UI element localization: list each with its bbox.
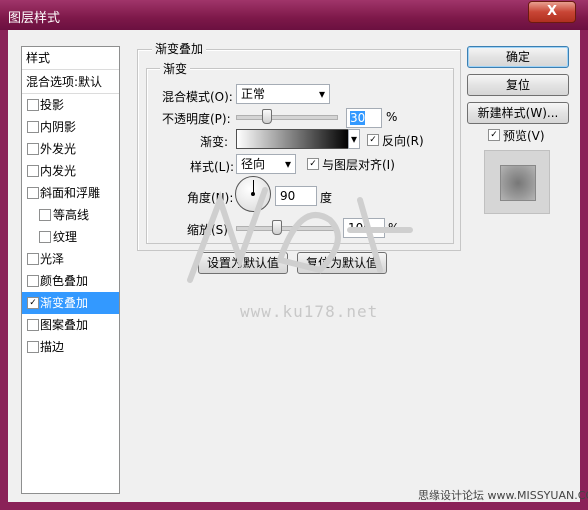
style-item-label: 纹理 xyxy=(53,230,78,244)
preview-swatch xyxy=(500,165,536,201)
gradient-overlay-title: 渐变叠加 xyxy=(152,40,207,57)
gradient-label: 渐变: xyxy=(200,135,229,149)
blend-options-label: 混合选项:默认 xyxy=(26,75,103,89)
style-item-color-overlay[interactable]: 颜色叠加 xyxy=(22,270,119,292)
style-item-gradient-overlay[interactable]: ✓ 渐变叠加 xyxy=(22,292,119,314)
style-item-label: 光泽 xyxy=(40,252,65,266)
styles-header-label: 样式 xyxy=(26,51,51,65)
reverse-checkbox[interactable]: ✓ xyxy=(367,134,379,146)
reverse-label: 反向(R) xyxy=(382,134,424,148)
new-style-button[interactable]: 新建样式(W)... xyxy=(467,102,569,124)
style-item-drop-shadow[interactable]: 投影 xyxy=(22,94,119,116)
blend-options-item[interactable]: 混合选项:默认 xyxy=(22,71,119,93)
reset-button[interactable]: 复位 xyxy=(467,74,569,96)
window-frame-right xyxy=(580,30,588,510)
blend-mode-select[interactable]: 正常 ▾ xyxy=(236,84,330,104)
window-frame-bottom xyxy=(0,502,588,510)
gradient-subgroup-title: 渐变 xyxy=(160,60,191,77)
preview-checkbox[interactable]: ✓ xyxy=(488,129,500,141)
checkbox[interactable] xyxy=(27,341,39,353)
checkbox[interactable] xyxy=(27,121,39,133)
style-item-bevel-emboss[interactable]: 斜面和浮雕 xyxy=(22,182,119,204)
preview-box xyxy=(484,150,550,214)
style-item-label: 等高线 xyxy=(53,208,90,222)
preview-label: 预览(V) xyxy=(503,129,545,143)
opacity-label: 不透明度(P): xyxy=(162,112,231,126)
checkbox[interactable] xyxy=(27,275,39,287)
style-item-label: 外发光 xyxy=(40,142,77,156)
checkbox[interactable] xyxy=(39,209,51,221)
styles-list: 样式 混合选项:默认 投影 内阴影 外发光 内发光 斜面和浮雕 等高线 纹理 光… xyxy=(21,46,120,494)
title-bar xyxy=(0,0,588,30)
style-item-stroke[interactable]: 描边 xyxy=(22,336,119,358)
gradient-dropdown[interactable]: ▾ xyxy=(348,129,360,149)
chevron-down-icon: ▾ xyxy=(350,132,358,146)
chevron-down-icon: ▾ xyxy=(318,87,325,101)
blend-mode-label: 混合模式(O): xyxy=(162,90,233,104)
blend-mode-value: 正常 xyxy=(241,87,266,101)
checkbox[interactable] xyxy=(27,319,39,331)
style-item-pattern-overlay[interactable]: 图案叠加 xyxy=(22,314,119,336)
styles-header[interactable]: 样式 xyxy=(22,47,119,69)
checkbox[interactable]: ✓ xyxy=(27,297,39,309)
style-item-label: 投影 xyxy=(40,98,65,112)
style-item-outer-glow[interactable]: 外发光 xyxy=(22,138,119,160)
checkbox[interactable] xyxy=(27,165,39,177)
opacity-slider-thumb[interactable] xyxy=(262,109,272,124)
style-item-label: 内阴影 xyxy=(40,120,77,134)
opacity-slider-track[interactable] xyxy=(236,115,338,120)
footer-credit: 思缘设计论坛 www.MISSYUAN.COM xyxy=(418,489,588,502)
style-item-satin[interactable]: 光泽 xyxy=(22,248,119,270)
style-item-label: 描边 xyxy=(40,340,65,354)
style-item-inner-shadow[interactable]: 内阴影 xyxy=(22,116,119,138)
style-item-label: 内发光 xyxy=(40,164,77,178)
style-item-label: 渐变叠加 xyxy=(40,296,89,310)
opacity-unit: % xyxy=(386,110,398,124)
checkbox[interactable] xyxy=(27,253,39,265)
style-item-label: 颜色叠加 xyxy=(40,274,89,288)
style-item-label: 图案叠加 xyxy=(40,318,89,332)
list-divider xyxy=(22,69,119,70)
style-item-texture[interactable]: 纹理 xyxy=(22,226,119,248)
close-button[interactable]: X xyxy=(528,1,576,23)
watermark-logo xyxy=(187,187,413,283)
checkbox[interactable] xyxy=(39,231,51,243)
style-item-contour[interactable]: 等高线 xyxy=(22,204,119,226)
gradient-picker[interactable] xyxy=(236,129,350,149)
ok-button[interactable]: 确定 xyxy=(467,46,569,68)
window-title: 图层样式 xyxy=(8,11,61,26)
style-item-inner-glow[interactable]: 内发光 xyxy=(22,160,119,182)
checkbox[interactable] xyxy=(27,143,39,155)
window-frame-left xyxy=(0,30,8,510)
opacity-input[interactable]: 30 xyxy=(346,108,382,128)
checkbox[interactable] xyxy=(27,187,39,199)
style-item-label: 斜面和浮雕 xyxy=(40,186,101,200)
opacity-value: 30 xyxy=(350,111,366,125)
checkbox[interactable] xyxy=(27,99,39,111)
watermark-url: www.ku178.net xyxy=(240,302,379,321)
